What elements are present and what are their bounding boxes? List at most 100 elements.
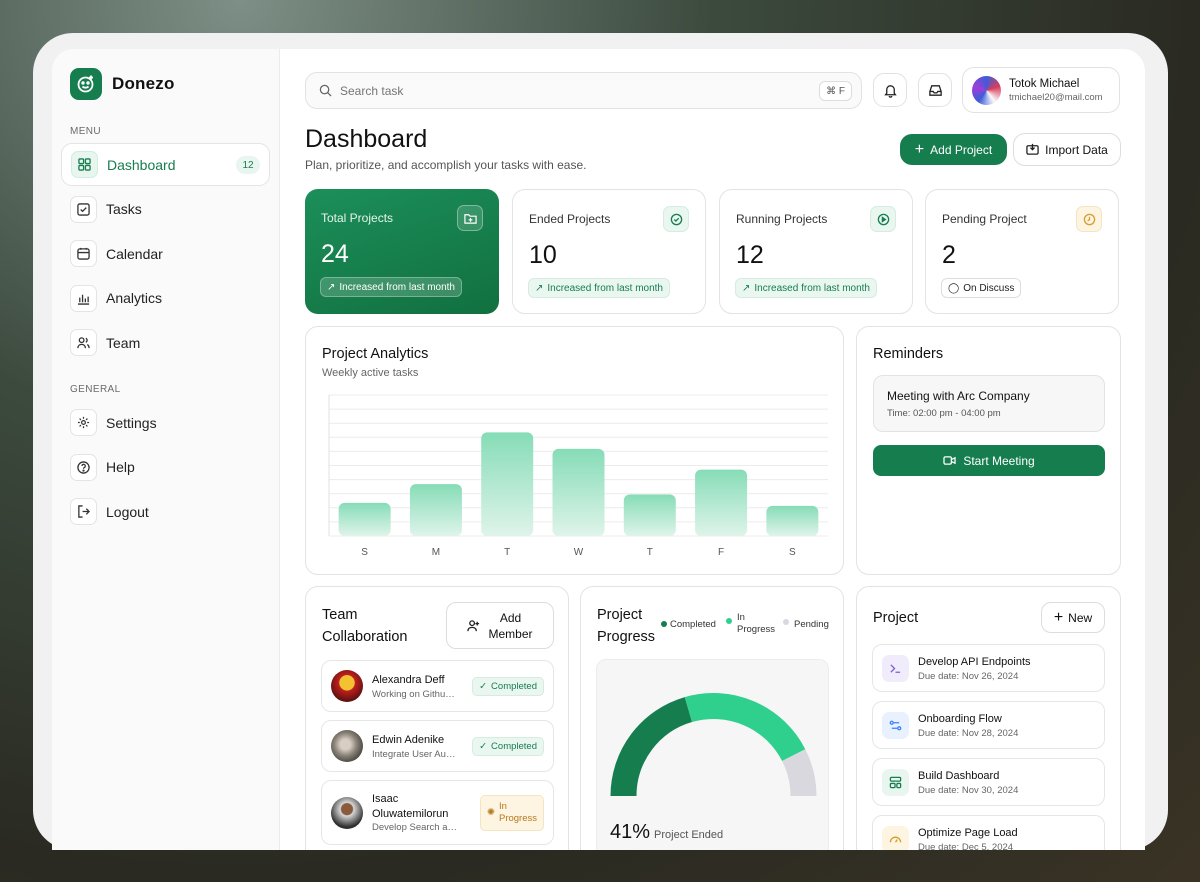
gauge-readout: 41% Project Ended <box>610 821 723 844</box>
trend-up-icon: ↗ <box>535 282 544 294</box>
search-icon <box>319 84 332 97</box>
project-name: Optimize Page Load <box>918 827 1018 839</box>
sidebar-item-dashboard[interactable]: Dashboard 12 <box>61 143 270 186</box>
member-name: Alexandra Deff <box>372 674 445 686</box>
dashboard-count-badge: 12 <box>236 156 260 174</box>
gauge-completed-arc <box>610 697 693 797</box>
user-plus-icon <box>467 620 480 632</box>
bar-3[interactable] <box>552 448 605 536</box>
percent-value: 41% <box>610 821 651 843</box>
project-item[interactable]: Build Dashboard Due date: Nov 30, 2024 <box>872 758 1105 806</box>
bar-0[interactable] <box>338 502 391 536</box>
gauge-pending-arc <box>781 749 817 797</box>
inbox-button[interactable] <box>918 73 952 107</box>
sidebar-item-analytics[interactable]: Analytics <box>61 277 270 320</box>
status-label: Completed <box>491 741 537 752</box>
add-project-button[interactable]: + Add Project <box>900 134 1007 165</box>
user-email: tmichael20@mail.com <box>1009 91 1103 103</box>
flow-icon <box>882 712 909 739</box>
member-name-line: Oluwatemilorun <box>372 808 449 820</box>
sidebar-item-label: Logout <box>106 503 149 520</box>
project-due: Due date: Dec 5, 2024 <box>918 842 1014 850</box>
x-tick-label: W <box>574 547 584 558</box>
x-tick-label: T <box>504 547 510 558</box>
stat-card-ended-projects[interactable]: Ended Projects 10 ↗ Increased from last m… <box>512 189 706 314</box>
avatar <box>972 75 1001 105</box>
reminder-item[interactable]: Meeting with Arc Company Time: 02:00 pm … <box>873 375 1105 432</box>
search-bar[interactable]: ⌘ F <box>305 72 862 109</box>
stat-trend-tag: ↗ Increased from last month <box>320 277 462 297</box>
stat-trend-label: Increased from last month <box>754 282 870 294</box>
calendar-icon <box>70 240 97 267</box>
bar-chart-icon <box>70 284 97 312</box>
reminder-time: Time: 02:00 pm - 04:00 pm <box>887 408 1001 419</box>
status-badge: ✺ In Progress <box>480 795 544 831</box>
team-title-line: Collaboration <box>322 629 408 645</box>
check-icon: ✓ <box>479 681 488 692</box>
legend-label: Pending <box>794 619 829 630</box>
bar-1[interactable] <box>409 484 462 536</box>
team-member-row[interactable]: Isaac Oluwatemilorun Develop Search and … <box>321 780 554 845</box>
import-icon <box>1026 143 1039 155</box>
bell-icon <box>883 84 897 98</box>
stat-card-pending-project[interactable]: Pending Project 2 ◯ On Discuss <box>925 189 1119 314</box>
project-item[interactable]: Develop API Endpoints Due date: Nov 26, … <box>872 644 1105 692</box>
sidebar-item-tasks[interactable]: Tasks <box>61 188 270 231</box>
sidebar-item-label: Settings <box>106 414 157 431</box>
member-task: Integrate User Authentication System <box>372 749 458 760</box>
add-member-button[interactable]: Add Member <box>446 602 554 649</box>
new-label: New <box>1068 610 1093 625</box>
brand[interactable]: Donezo <box>61 68 270 100</box>
add-member-label: Add <box>499 610 522 625</box>
sidebar-item-label: Help <box>106 459 135 475</box>
user-profile[interactable]: Totok Michael tmichael20@mail.com <box>962 67 1120 113</box>
reminders-card: Reminders Meeting with Arc Company Time:… <box>856 326 1121 575</box>
member-name: Edwin Adenike <box>372 734 445 746</box>
stat-card-running-projects[interactable]: Running Projects 12 ↗ Increased from last… <box>719 189 913 314</box>
project-item[interactable]: Onboarding Flow Due date: Nov 28, 2024 <box>872 701 1105 749</box>
grid-icon <box>71 151 98 178</box>
legend-label: In <box>737 612 745 623</box>
terminal-icon <box>882 655 909 682</box>
import-data-button[interactable]: Import Data <box>1013 133 1121 166</box>
sidebar-item-calendar[interactable]: Calendar <box>61 232 270 275</box>
bar-4[interactable] <box>623 494 676 536</box>
sidebar-item-logout[interactable]: Logout <box>61 490 270 533</box>
project-item[interactable]: Optimize Page Load Due date: Dec 5, 2024 <box>872 815 1105 850</box>
notifications-button[interactable] <box>873 73 907 107</box>
stat-label: Ended Projects <box>529 212 611 226</box>
sidebar-item-settings[interactable]: Settings <box>61 401 270 444</box>
team-title: Team Collaboration <box>322 604 407 648</box>
search-input[interactable] <box>340 83 800 98</box>
bar-6[interactable] <box>766 505 819 536</box>
team-member-row[interactable]: Alexandra Deff Working on Github Project… <box>321 660 554 712</box>
video-icon <box>943 456 956 465</box>
page-subtitle: Plan, prioritize, and accomplish your ta… <box>305 158 587 172</box>
team-collaboration-card: Team Collaboration Add Member Alexandra … <box>305 586 569 850</box>
start-meeting-button[interactable]: Start Meeting <box>873 445 1105 476</box>
avatar <box>331 670 363 702</box>
app-window: Donezo MENU Dashboard 12 Tasks Calendar … <box>52 49 1145 850</box>
project-progress-card: Project Progress Completed In Progress Pe… <box>580 586 844 850</box>
x-tick-label: M <box>432 547 440 558</box>
bar-2[interactable] <box>481 432 534 536</box>
stat-trend-label: Increased from last month <box>339 281 455 293</box>
sidebar-item-label: Analytics <box>106 290 163 306</box>
x-tick-label: S <box>789 547 796 558</box>
sidebar-item-team[interactable]: Team <box>61 321 270 364</box>
legend-item-completed: Completed <box>661 619 716 630</box>
member-task: Working on Github Project Repository <box>372 689 458 700</box>
x-tick-label: S <box>361 547 368 558</box>
sidebar-item-help[interactable]: Help <box>61 446 270 489</box>
team-member-row[interactable]: Edwin Adenike Integrate User Authenticat… <box>321 720 554 772</box>
status-label: Completed <box>491 681 537 692</box>
stat-card-total-projects[interactable]: Total Projects 24 ↗ Increased from last m… <box>305 189 499 314</box>
stat-trend-tag: ↗ Increased from last month <box>735 278 877 298</box>
new-project-button[interactable]: + New <box>1041 602 1105 633</box>
bar-5[interactable] <box>695 469 748 536</box>
sidebar-item-label: Tasks <box>106 201 142 217</box>
brand-name: Donezo <box>112 74 175 93</box>
project-list-card: Project + New Develop API Endpoints Due d… <box>856 586 1121 850</box>
user-name: Totok Michael <box>1009 77 1080 90</box>
plus-icon: + <box>914 140 925 158</box>
